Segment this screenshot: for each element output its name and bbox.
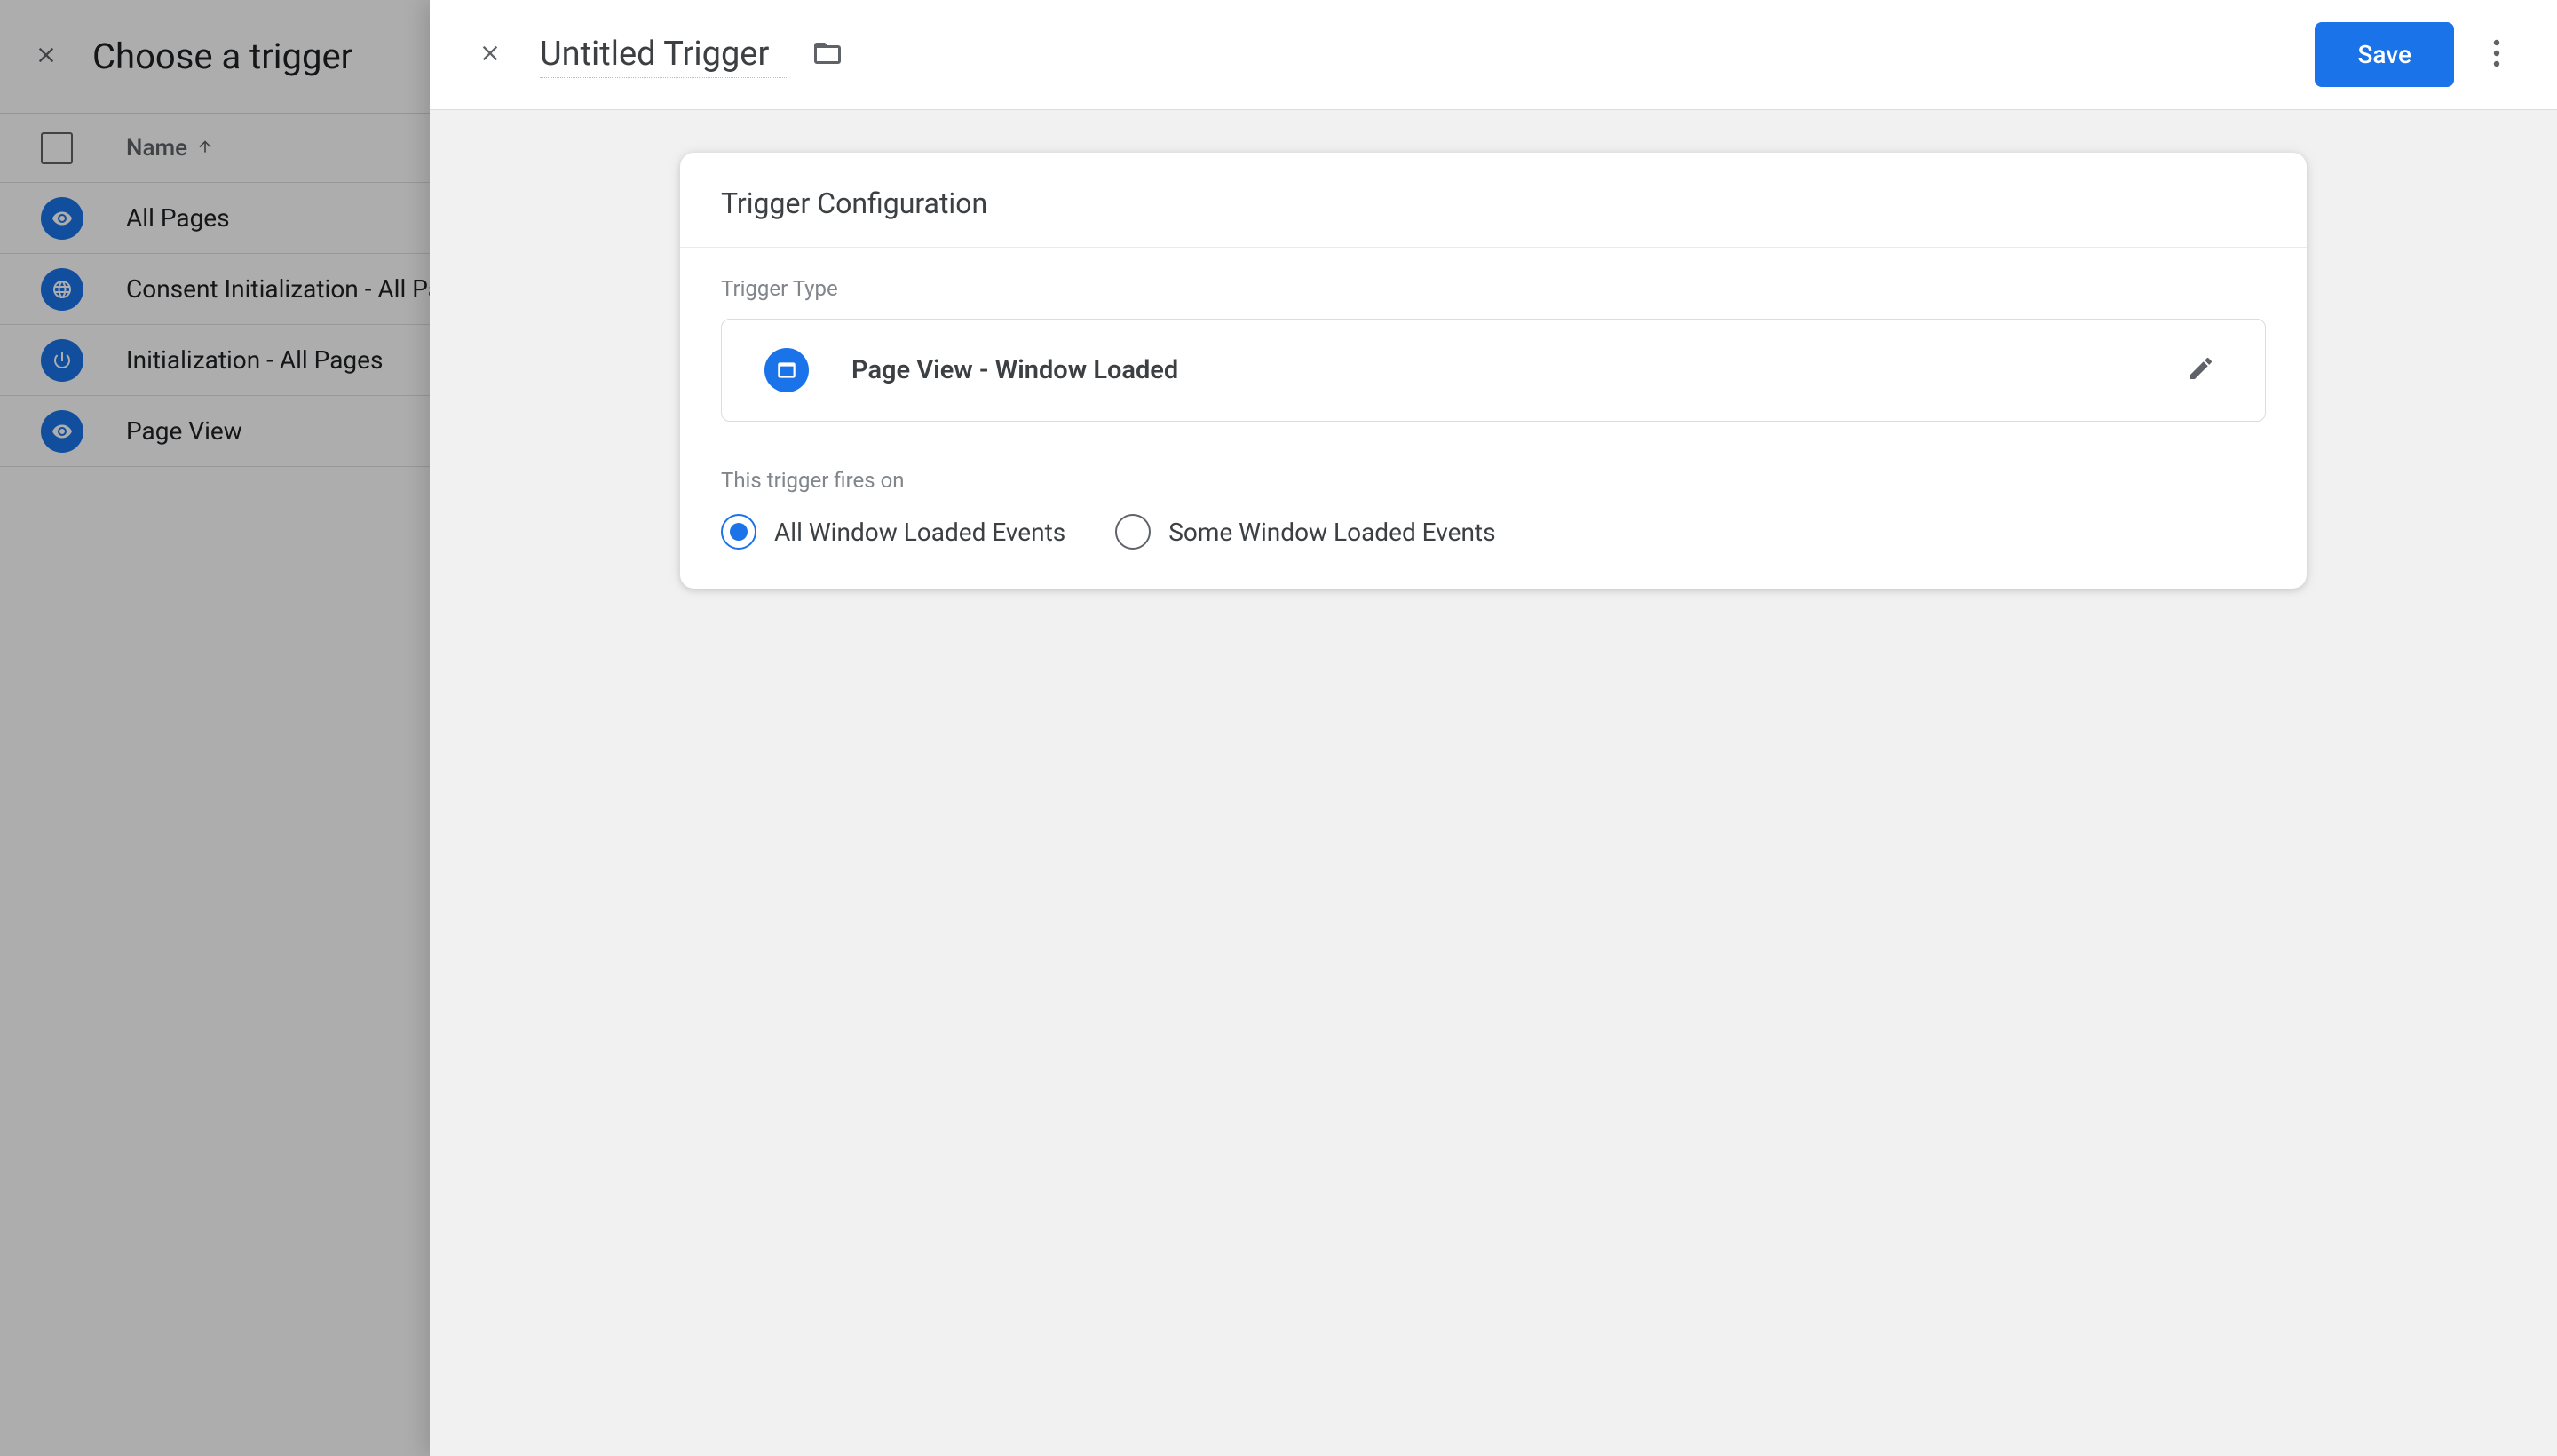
fires-radio-group: All Window Loaded Events Some Window Loa… (721, 514, 2266, 550)
trigger-configuration-card: Trigger Configuration Trigger Type Page … (680, 153, 2307, 589)
more-options-button[interactable] (2475, 34, 2518, 76)
radio-some-events[interactable]: Some Window Loaded Events (1115, 514, 1495, 550)
folder-icon (811, 37, 843, 73)
close-button[interactable] (469, 34, 511, 76)
trigger-fires-section: This trigger fires on All Window Loaded … (680, 422, 2307, 550)
trigger-type-label: Trigger Type (721, 276, 2266, 301)
pencil-icon (2187, 354, 2215, 386)
trigger-editor-panel: Save Trigger Configuration Trigger Type … (430, 0, 2557, 1456)
trigger-type-name: Page View - Window Loaded (851, 355, 2180, 385)
edit-button[interactable] (2180, 349, 2222, 392)
radio-label: Some Window Loaded Events (1168, 518, 1495, 547)
folder-button[interactable] (806, 34, 849, 76)
fires-on-label: This trigger fires on (721, 468, 2266, 493)
save-button[interactable]: Save (2315, 22, 2454, 87)
card-header: Trigger Configuration (680, 153, 2307, 248)
radio-all-events[interactable]: All Window Loaded Events (721, 514, 1065, 550)
radio-selected-icon (721, 514, 756, 550)
radio-label: All Window Loaded Events (774, 518, 1065, 547)
front-panel-header: Save (430, 0, 2557, 110)
trigger-type-selector[interactable]: Page View - Window Loaded (721, 319, 2266, 422)
window-loaded-icon (764, 348, 809, 392)
radio-unselected-icon (1115, 514, 1151, 550)
close-icon (478, 41, 503, 69)
more-vert-icon (2493, 39, 2500, 71)
trigger-type-section: Trigger Type Page View - Window Loaded (680, 248, 2307, 422)
card-title: Trigger Configuration (721, 186, 2266, 220)
trigger-title-input[interactable] (540, 31, 788, 78)
